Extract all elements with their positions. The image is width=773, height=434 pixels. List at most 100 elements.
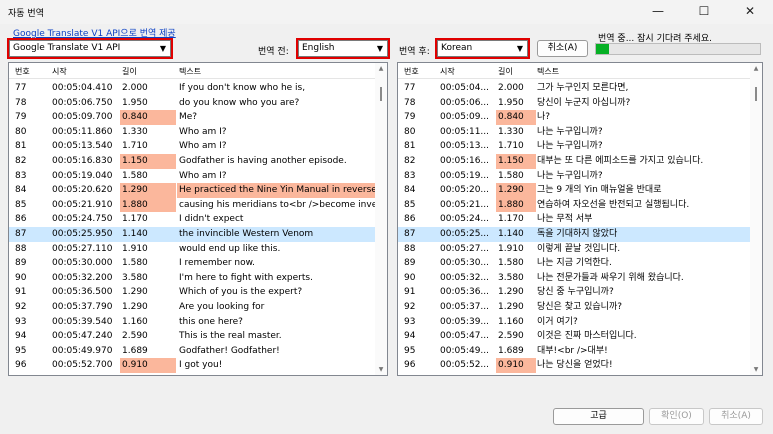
col-start-header[interactable]: 시작 <box>440 66 455 77</box>
window-title: 자동 번역 <box>8 9 44 19</box>
scroll-down-icon[interactable]: ▼ <box>750 366 762 373</box>
table-row[interactable]: 95 00:05:49... 1.689 대부!<br />대부! <box>398 344 750 359</box>
table-row[interactable]: 85 00:05:21... 1.880 연습하여 자오선을 반전되고 실행됩니다. <box>398 197 750 213</box>
row-start: 00:05:24.750 <box>52 214 113 225</box>
source-subtitle-list[interactable]: 번호 시작 길이 텍스트 77 00:05:04.410 2.000 If you d… <box>8 62 388 376</box>
row-text: 대부는 또 다른 에피소드를 가지고 있습니다. <box>537 155 704 166</box>
row-number: 80 <box>15 126 27 137</box>
row-start: 00:05:06.750 <box>52 97 113 108</box>
row-text: 나는 무적 서부 <box>537 214 593 225</box>
table-row[interactable]: 82 00:05:16... 1.150 대부는 또 다른 에피소드를 가지고 있습니… <box>398 153 750 169</box>
cancel-button[interactable]: 취소(A) <box>709 408 763 425</box>
table-row[interactable]: 87 00:05:25.950 1.140 the invincible Wester… <box>9 226 375 242</box>
table-row[interactable]: 89 00:05:30.000 1.580 I remember now. <box>9 256 375 271</box>
table-row[interactable]: 91 00:05:36... 1.290 당신 중 누구입니까? <box>398 285 750 300</box>
col-num-header[interactable]: 번호 <box>404 66 419 77</box>
table-row[interactable]: 88 00:05:27... 1.910 이렇게 끝날 것입니다. <box>398 242 750 257</box>
table-row[interactable]: 79 00:05:09... 0.840 나? <box>398 110 750 125</box>
table-row[interactable]: 94 00:05:47... 2.590 이것은 진짜 마스터입니다. <box>398 329 750 344</box>
table-row[interactable]: 90 00:05:32... 3.580 나는 전문가들과 싸우기 위해 왔습니다. <box>398 271 750 286</box>
row-start: 00:05:25... <box>440 228 490 239</box>
table-row[interactable]: 86 00:05:24... 1.170 나는 무적 서부 <box>398 212 750 227</box>
table-row[interactable]: 77 00:05:04.410 2.000 If you don't know who… <box>9 81 375 96</box>
advanced-button[interactable]: 고급 <box>553 408 644 425</box>
table-row[interactable]: 93 00:05:39... 1.160 이거 여기? <box>398 315 750 330</box>
scroll-thumb[interactable] <box>380 87 382 101</box>
maximize-icon[interactable]: ☐ <box>681 0 727 24</box>
table-row[interactable]: 85 00:05:21.910 1.880 causing his meridians… <box>9 197 377 213</box>
row-text: this one here? <box>179 316 243 327</box>
row-number: 87 <box>15 228 27 239</box>
row-start: 00:05:32... <box>440 272 490 283</box>
row-number: 86 <box>15 214 27 225</box>
table-row[interactable]: 92 00:05:37... 1.290 당신은 찾고 있습니까? <box>398 300 750 315</box>
row-text: would end up like this. <box>179 243 281 254</box>
col-num-header[interactable]: 번호 <box>15 66 30 77</box>
table-row[interactable]: 88 00:05:27.110 1.910 would end up like thi… <box>9 242 375 257</box>
table-row[interactable]: 90 00:05:32.200 3.580 I'm here to fight wit… <box>9 271 375 286</box>
scroll-down-icon[interactable]: ▼ <box>375 366 387 373</box>
cancel-translation-button[interactable]: 취소(A) <box>537 40 588 57</box>
table-row[interactable]: 83 00:05:19.040 1.580 Who am I? <box>9 169 375 184</box>
table-row[interactable]: 80 00:05:11... 1.330 나는 누구입니까? <box>398 125 750 140</box>
chevron-down-icon: ▼ <box>516 44 523 53</box>
row-start: 00:05:09.700 <box>52 112 113 123</box>
col-length-header[interactable]: 길이 <box>122 66 137 77</box>
row-text: I didn't expect <box>179 214 244 225</box>
row-number: 93 <box>15 316 27 327</box>
table-row[interactable]: 81 00:05:13.540 1.710 Who am I? <box>9 139 375 154</box>
table-row[interactable]: 94 00:05:47.240 2.590 This is the real mast… <box>9 329 375 344</box>
source-lang-select[interactable]: English ▼ <box>298 40 388 57</box>
col-text-header[interactable]: 텍스트 <box>179 66 201 77</box>
col-start-header[interactable]: 시작 <box>52 66 67 77</box>
table-row[interactable]: 96 00:05:52.700 0.910 I got you! <box>9 358 375 373</box>
scroll-up-icon[interactable]: ▲ <box>750 65 762 72</box>
row-text: 나는 지금 기억한다. <box>537 258 612 269</box>
scroll-thumb[interactable] <box>755 87 757 101</box>
table-row[interactable]: 80 00:05:11.860 1.330 Who am I? <box>9 125 375 140</box>
minimize-icon[interactable]: — <box>635 0 681 24</box>
table-row[interactable]: 79 00:05:09.700 0.840 Me? <box>9 110 375 125</box>
table-row[interactable]: 82 00:05:16.830 1.150 Godfather is having a… <box>9 153 375 169</box>
row-length: 1.160 <box>498 316 524 327</box>
scrollbar[interactable]: ▲ ▼ <box>750 63 762 375</box>
table-row[interactable]: 77 00:05:04... 2.000 그가 누구인지 모른다면, <box>398 81 750 96</box>
row-length: 1.290 <box>120 183 176 198</box>
row-number: 96 <box>15 360 27 371</box>
engine-select[interactable]: Google Translate V1 API ▼ <box>9 40 171 57</box>
table-row[interactable]: 84 00:05:20.620 1.290 He practiced the Nine… <box>9 183 377 198</box>
row-start: 00:05:37... <box>440 301 490 312</box>
target-subtitle-list[interactable]: 번호 시작 길이 텍스트 77 00:05:04... 2.000 그가 누구인지 모… <box>397 62 763 376</box>
table-row[interactable]: 96 00:05:52... 0.910 나는 당신을 얻었다! <box>398 358 750 373</box>
table-row[interactable]: 93 00:05:39.540 1.160 this one here? <box>9 315 375 330</box>
row-length: 2.590 <box>498 331 524 342</box>
ok-button[interactable]: 확인(O) <box>649 408 704 425</box>
close-icon[interactable]: ✕ <box>727 0 773 24</box>
scrollbar[interactable]: ▲ ▼ <box>375 63 387 375</box>
progress-bar <box>595 43 761 55</box>
table-row[interactable]: 84 00:05:20... 1.290 그는 9 개의 Yin 매뉴얼을 반대로 <box>398 183 750 198</box>
table-row[interactable]: 86 00:05:24.750 1.170 I didn't expect <box>9 212 375 227</box>
row-start: 00:05:06... <box>440 97 490 108</box>
row-start: 00:05:04... <box>440 83 490 93</box>
source-rows: 77 00:05:04.410 2.000 If you don't know who… <box>9 81 377 373</box>
table-row[interactable]: 83 00:05:19... 1.580 나는 누구입니까? <box>398 169 750 184</box>
row-number: 79 <box>404 112 416 123</box>
scroll-up-icon[interactable]: ▲ <box>375 65 387 72</box>
table-row[interactable]: 91 00:05:36.500 1.290 Which of you is the e… <box>9 285 375 300</box>
table-row[interactable]: 89 00:05:30... 1.580 나는 지금 기억한다. <box>398 256 750 271</box>
list-header: 번호 시작 길이 텍스트 <box>9 63 375 79</box>
table-row[interactable]: 95 00:05:49.970 1.689 Godfather! Godfather! <box>9 344 375 359</box>
table-row[interactable]: 87 00:05:25... 1.140 독을 기대하지 않았다 <box>398 226 750 242</box>
col-text-header[interactable]: 텍스트 <box>537 66 559 77</box>
table-row[interactable]: 78 00:05:06.750 1.950 do you know who you a… <box>9 96 375 111</box>
row-length: 2.590 <box>122 331 148 342</box>
target-lang-select[interactable]: Korean ▼ <box>437 40 528 57</box>
table-row[interactable]: 92 00:05:37.790 1.290 Are you looking for <box>9 300 375 315</box>
row-start: 00:05:21... <box>440 199 490 210</box>
row-length: 3.580 <box>498 272 524 283</box>
col-length-header[interactable]: 길이 <box>498 66 513 77</box>
table-row[interactable]: 81 00:05:13... 1.710 나는 누구입니까? <box>398 139 750 154</box>
table-row[interactable]: 78 00:05:06... 1.950 당신이 누군지 아십니까? <box>398 96 750 111</box>
row-text: the invincible Western Venom <box>179 228 314 239</box>
